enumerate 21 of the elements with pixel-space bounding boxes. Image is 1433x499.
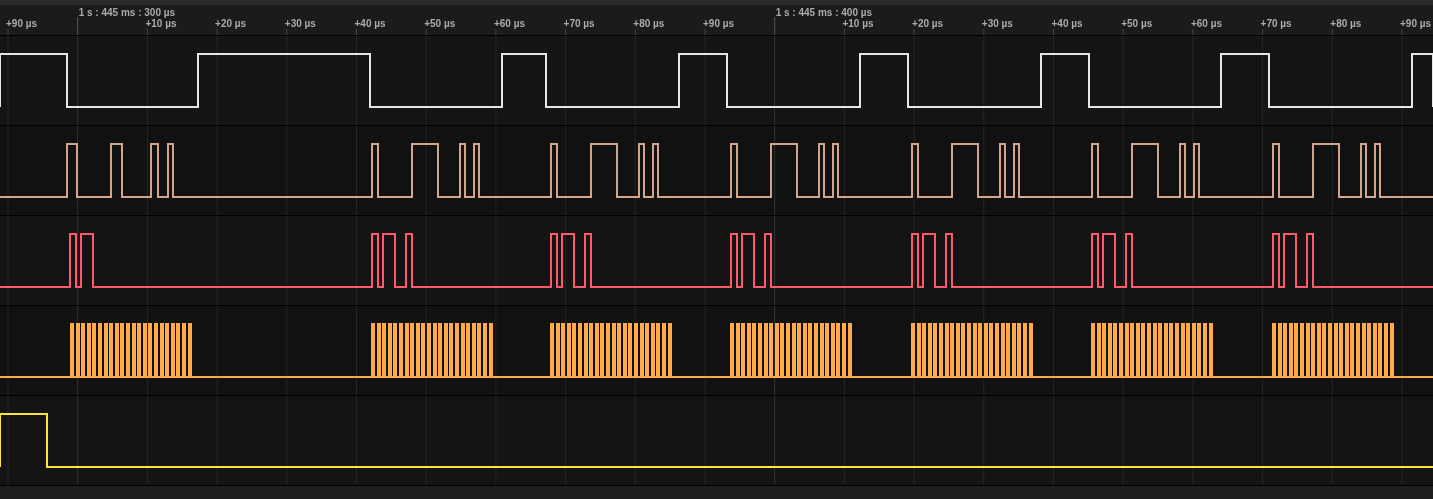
- tick-label: +90 µs: [1400, 18, 1432, 29]
- tick-label: +40 µs: [354, 18, 386, 29]
- tick-label: +50 µs: [424, 18, 456, 29]
- tick-label: +80 µs: [633, 18, 665, 29]
- tick-label: +50 µs: [1121, 18, 1153, 29]
- tick-label: +10 µs: [842, 18, 874, 29]
- time-label: 1 s : 445 ms : 400 µs: [775, 7, 873, 18]
- tick-label: +10 µs: [145, 18, 177, 29]
- tick-label: +60 µs: [493, 18, 525, 29]
- tick-label: +70 µs: [1260, 18, 1292, 29]
- tick-label: +60 µs: [1190, 18, 1222, 29]
- tick-label: +30 µs: [284, 18, 316, 29]
- tick-label: +70 µs: [563, 18, 595, 29]
- time-label: 1 s : 445 ms : 300 µs: [78, 7, 176, 18]
- tick-label: +90 µs: [6, 18, 38, 29]
- tick-label: +90 µs: [703, 18, 735, 29]
- tick-label: +20 µs: [215, 18, 247, 29]
- tick-label: +20 µs: [912, 18, 944, 29]
- tick-label: +80 µs: [1330, 18, 1362, 29]
- tick-label: +40 µs: [1051, 18, 1083, 29]
- tick-label: +30 µs: [981, 18, 1013, 29]
